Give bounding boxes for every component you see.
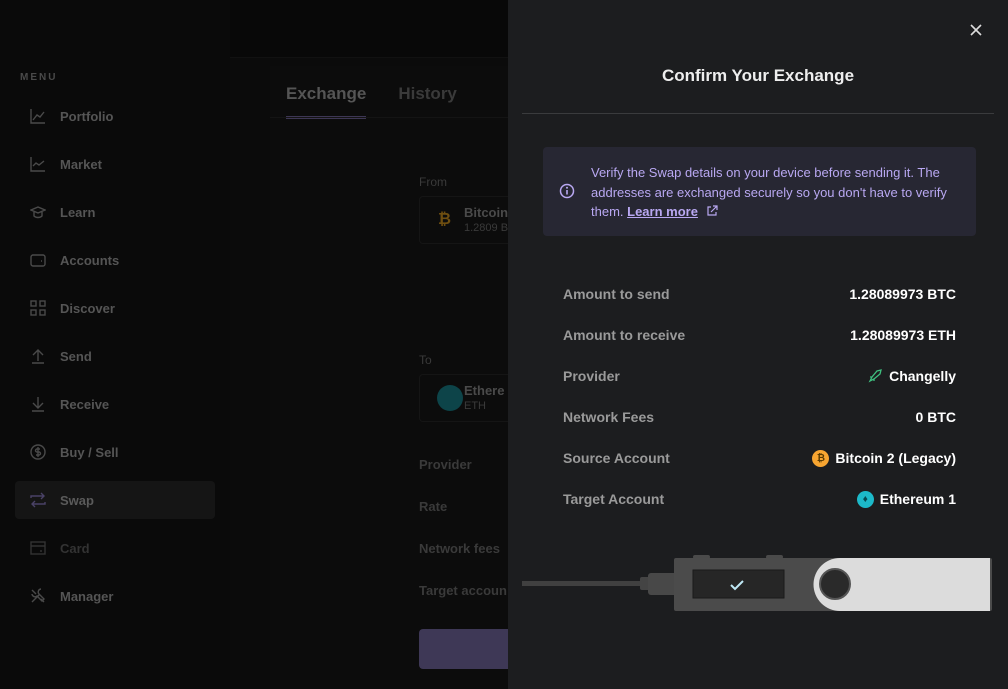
from-label: From (419, 175, 447, 189)
drawer-title: Confirm Your Exchange (661, 66, 855, 85)
to-account-select[interactable]: Ethere ETH (419, 374, 519, 422)
wallet-icon (30, 254, 46, 267)
sidebar-item-send[interactable]: Send (15, 337, 215, 375)
close-icon[interactable] (968, 22, 984, 38)
sidebar: MENU Portfolio Market Learn Accounts Dis… (0, 0, 230, 689)
market-icon (30, 157, 45, 172)
sidebar-item-learn[interactable]: Learn (15, 193, 215, 231)
detail-row-provider: Provider Changelly (563, 368, 956, 384)
sidebar-item-accounts[interactable]: Accounts (15, 241, 215, 279)
sidebar-item-swap[interactable]: Swap (15, 481, 215, 519)
bitcoin-icon: ₿ (812, 450, 830, 467)
nav: Portfolio Market Learn Accounts Discover… (15, 97, 215, 625)
from-account-select[interactable]: ₿ Bitcoin 1.2809 B (419, 196, 519, 244)
divider (522, 113, 994, 114)
dollar-icon (30, 444, 46, 460)
menu-title: MENU (20, 72, 58, 83)
sidebar-item-manager[interactable]: Manager (15, 577, 215, 615)
to-label: To (419, 353, 432, 367)
learn-more-link[interactable]: Learn more (627, 204, 698, 219)
rate-label: Rate (419, 499, 448, 514)
detail-row-target-account: Target Account ♦ Ethereum 1 (563, 491, 956, 508)
detail-row-amount-send: Amount to send 1.28089973 BTC (563, 286, 956, 302)
detail-row-amount-receive: Amount to receive 1.28089973 ETH (563, 327, 956, 343)
tab-history[interactable]: History (398, 84, 457, 119)
confirm-exchange-drawer: Confirm Your Exchange Verify the Swap de… (508, 0, 1008, 689)
network-fees-label: Network fees (419, 541, 500, 556)
top-bar (230, 0, 508, 58)
ethereum-icon (437, 385, 463, 411)
detail-row-network-fees: Network Fees 0 BTC (563, 409, 956, 425)
arrow-up-icon (32, 349, 44, 364)
external-link-icon[interactable] (706, 205, 718, 217)
chart-line-icon (30, 109, 45, 124)
sidebar-item-portfolio[interactable]: Portfolio (15, 97, 215, 135)
sidebar-item-receive[interactable]: Receive (15, 385, 215, 423)
rocket-icon (868, 369, 882, 383)
tab-exchange[interactable]: Exchange (286, 84, 367, 119)
sidebar-item-market[interactable]: Market (15, 145, 215, 183)
tab-divider (270, 117, 508, 118)
target-account-label: Target accoun (419, 583, 507, 598)
detail-row-source-account: Source Account ₿ Bitcoin 2 (Legacy) (563, 450, 956, 467)
graduation-cap-icon (30, 206, 46, 219)
info-icon (559, 183, 575, 199)
sidebar-item-discover[interactable]: Discover (15, 289, 215, 327)
bitcoin-icon: ₿ (438, 211, 452, 228)
ethereum-icon: ♦ (856, 491, 874, 508)
sidebar-item-card[interactable]: Card (15, 529, 215, 567)
tools-icon (31, 588, 45, 603)
swap-details: Amount to send 1.28089973 BTC Amount to r… (563, 286, 956, 532)
exchange-button[interactable] (419, 629, 519, 669)
exchange-main: Exchange History From ₿ Bitcoin 1.2809 B… (270, 66, 519, 689)
card-icon (30, 541, 46, 555)
sidebar-item-buy-sell[interactable]: Buy / Sell (15, 433, 215, 471)
info-alert: Verify the Swap details on your device b… (543, 147, 976, 236)
grid-icon (30, 300, 46, 316)
arrow-down-icon (32, 397, 44, 412)
provider-label: Provider (419, 457, 472, 472)
swap-icon (30, 492, 46, 508)
ledger-device-illustration (522, 555, 992, 611)
